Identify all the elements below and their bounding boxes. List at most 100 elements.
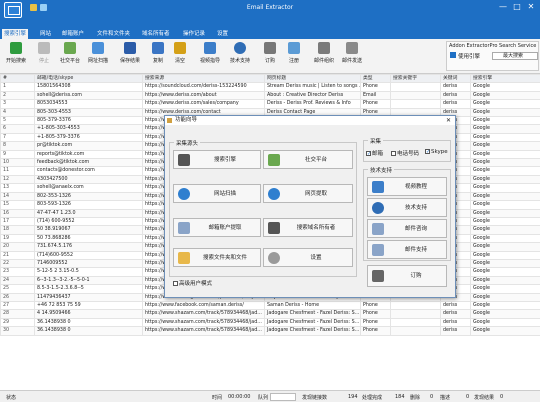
table-cell [390, 99, 441, 109]
table-cell: https://www.deriss.com/about [142, 90, 265, 101]
video-guide-button[interactable]: 视频指导 [196, 41, 224, 71]
phone-checkbox[interactable]: 电话号码 [391, 149, 419, 157]
table-cell: https://www.shazam.com/track/578934468/j… [142, 317, 265, 328]
save-results-button[interactable]: 保存结果 [116, 41, 144, 71]
wizard-close-button[interactable]: ✕ [446, 116, 451, 125]
globe-icon [178, 188, 190, 200]
table-cell: 12 [0, 174, 35, 185]
grid-header-7[interactable]: 搜索引擎 [470, 74, 540, 84]
table-cell: deriss [440, 90, 471, 101]
table-row[interactable]: 28 4 14.9509466 https://www.shazam.com/tra… [0, 309, 540, 319]
mail-consult-button[interactable]: 邮件咨询 [367, 219, 447, 238]
skype-checkbox[interactable]: ✓Skype [425, 149, 448, 155]
table-cell: 16 [0, 208, 35, 218]
key-icon [288, 42, 300, 54]
table-row[interactable]: 1 15801564308 https://soundcloud.com/deris… [0, 82, 540, 92]
wizard-files-button[interactable]: 搜索文件夹和文件 [173, 248, 261, 267]
table-cell: (714) 600-9552 [34, 216, 143, 227]
found-value: 194 [348, 394, 358, 400]
time-label: 时间 [212, 395, 223, 401]
table-cell: 50 73.868286 [34, 233, 143, 244]
wizard-order-button[interactable]: 订购 [367, 265, 447, 287]
table-cell: 13 [0, 183, 35, 193]
use-engine-checkbox[interactable] [450, 52, 456, 58]
table-cell: 20 [0, 242, 35, 252]
envelope-icon [372, 223, 384, 235]
mail-send-button[interactable]: 邮件发送 [338, 41, 366, 71]
table-cell: Google [470, 225, 540, 235]
social-platform-button[interactable]: 社交平台 [56, 41, 84, 71]
table-cell: 2 [0, 90, 35, 101]
wizard-web-extract-button[interactable]: 网页提取 [263, 184, 353, 203]
table-cell: +46 72 853 75 59 [34, 300, 143, 311]
help-icon [372, 202, 384, 214]
tab-domain-owner[interactable]: 域名所有者 [140, 29, 172, 39]
advanced-mode-checkbox[interactable]: 高级用户模式 [173, 279, 212, 287]
status-label: 状态 [6, 395, 17, 401]
wizard-mail-account-button[interactable]: 邮箱账户提取 [173, 218, 261, 237]
wizard-domain-owner-button[interactable]: 搜索域名所有者 [263, 218, 353, 237]
start-search-button[interactable]: 开始搜索 [2, 41, 30, 71]
table-cell: 802-353-1326 [34, 191, 143, 202]
people-icon [268, 154, 280, 166]
table-cell: 30 [0, 326, 35, 336]
binoculars-icon [268, 222, 280, 234]
table-cell: 17 [0, 216, 35, 227]
table-cell [390, 90, 441, 101]
mail-organize-button[interactable]: 邮件组织 [310, 41, 338, 71]
engine-select[interactable]: 最大搜索 [492, 52, 538, 60]
search-service-panel: Addon ExtractorPro Search Service 使用引擎 最… [446, 41, 539, 71]
table-cell: Google [470, 300, 540, 311]
grid-header-2[interactable]: 搜索来源 [142, 74, 265, 84]
table-row[interactable]: 30 36.1438938 0 https://www.shazam.com/tra… [0, 326, 540, 336]
queue-label: 队列 [258, 395, 269, 401]
table-cell: 803-593-1326 [34, 200, 143, 210]
table-cell: sohell@deriss.com [34, 90, 143, 101]
grid-header-1[interactable]: 邮箱/电话/skype [34, 74, 143, 84]
email-checkbox[interactable]: ✓邮箱 [366, 149, 383, 157]
tech-support-button[interactable]: 技术支持 [226, 41, 254, 71]
tab-settings[interactable]: 设置 [215, 29, 230, 39]
save-icon [124, 42, 136, 54]
search-service-title: Addon ExtractorPro Search Service [449, 43, 537, 49]
wizard-social-button[interactable]: 社交平台 [263, 150, 353, 169]
table-row[interactable]: 29 36.1438938 0 https://www.shazam.com/tra… [0, 317, 540, 328]
table-cell: Phone [360, 300, 391, 311]
globe-icon [268, 188, 280, 200]
table-cell: 36.1438938 0 [34, 317, 143, 328]
tab-history[interactable]: 操作记录 [181, 29, 207, 39]
wizard-title: 功能向导 [175, 117, 198, 123]
grid-header-4[interactable]: 类型 [360, 74, 391, 84]
close-button[interactable]: ✕ [524, 2, 538, 12]
mail-support-button[interactable]: 邮件支持 [367, 240, 447, 259]
site-scan-button[interactable]: 网址扫描 [84, 41, 112, 71]
minimize-button[interactable]: — [496, 2, 510, 12]
grid-header-6[interactable]: 关键词 [440, 74, 471, 84]
wizard-settings-button[interactable]: 设置 [263, 248, 353, 267]
video-tutorial-button[interactable]: 视频教程 [367, 177, 447, 196]
stop-button[interactable]: 停止 [30, 41, 58, 71]
video-icon [204, 42, 216, 54]
tab-files-folders[interactable]: 文件和文件夹 [95, 29, 132, 39]
wizard-dialog: 功能向导 ✕ 采集源头 搜索引擎 网站扫描 邮箱账户提取 搜索文件夹和文件 社交… [164, 115, 456, 298]
table-cell: 4 [0, 107, 35, 118]
wizard-site-scan-button[interactable]: 网站扫描 [173, 184, 261, 203]
support-button[interactable]: 技术支持 [367, 198, 447, 217]
register-button[interactable]: 注册 [280, 41, 308, 71]
wizard-search-engine-button[interactable]: 搜索引擎 [173, 150, 261, 169]
table-cell: Google [470, 317, 540, 328]
tab-email-accounts[interactable]: 邮箱账户 [60, 29, 86, 39]
grid-header-3[interactable]: 网页标题 [264, 74, 361, 84]
grid-header-5[interactable]: 搜索关键字 [390, 74, 441, 84]
tab-search-engine[interactable]: 搜索引擎 [2, 29, 29, 39]
table-row[interactable]: 27 +46 72 853 75 59 https://www.facebook.c… [0, 300, 540, 311]
maximize-button[interactable]: □ [510, 2, 524, 12]
clear-button[interactable]: 清空 [166, 41, 194, 71]
table-cell: Google [470, 326, 540, 336]
table-row[interactable]: 2 sohell@deriss.com https://www.deriss.com… [0, 90, 540, 101]
tab-website[interactable]: 网站 [38, 29, 53, 39]
table-cell: deriss [440, 99, 471, 109]
table-cell: 5 [0, 116, 35, 126]
table-row[interactable]: 3 8053034553 https://www.deriss.com/sales/… [0, 99, 540, 109]
grid-header-0[interactable]: # [0, 74, 35, 84]
